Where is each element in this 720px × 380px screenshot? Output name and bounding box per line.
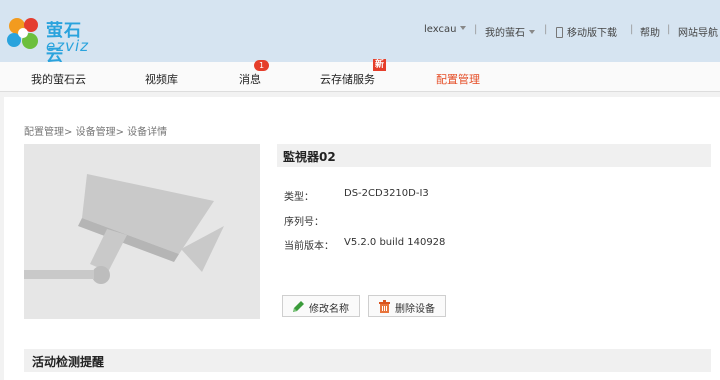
device-name: 監視器02 [283, 150, 336, 164]
tab-messages-label: 消息 [239, 73, 261, 86]
firmware-version-label: 当前版本： [284, 241, 334, 252]
message-count-badge: 1 [254, 60, 270, 71]
my-ezviz-menu[interactable]: 我的萤石 [485, 24, 535, 39]
motion-detection-title: 活动检测提醒 [32, 355, 105, 369]
logo-text-en: ezviz [46, 37, 90, 55]
breadcrumb-device-detail: 设备详情 [127, 127, 168, 138]
breadcrumb-separator: > [115, 127, 124, 138]
tab-config-management[interactable]: 配置管理 [436, 71, 480, 87]
help-link[interactable]: 帮助 [640, 24, 660, 39]
mobile-download-link[interactable]: 移动版下载 [556, 24, 617, 39]
my-ezviz-label: 我的萤石 [485, 28, 525, 39]
main-navigation: 我的萤石云 视频库 消息 1 云存储服务 新 配置管理 [0, 59, 720, 92]
separator: | [474, 24, 478, 35]
top-navigation: lexcau | 我的萤石 | 移动版下载 | 帮助 | 网站导航 [0, 24, 720, 39]
tab-my-ezviz-cloud[interactable]: 我的萤石云 [31, 71, 86, 87]
device-thumbnail [24, 144, 260, 319]
new-tag-badge: 新 [373, 59, 387, 71]
tab-cloud-storage[interactable]: 云存储服务 新 [320, 59, 387, 87]
rename-device-button[interactable]: 修改名称 [282, 295, 360, 317]
rename-device-label: 修改名称 [309, 304, 349, 315]
breadcrumb: 配置管理> 设备管理> 设备详情 [24, 123, 167, 138]
security-camera-icon [24, 144, 260, 319]
device-type-label: 类型： [284, 192, 314, 203]
breadcrumb-separator: > [64, 127, 73, 138]
delete-device-label: 删除设备 [395, 304, 435, 315]
breadcrumb-device-management[interactable]: 设备管理 [76, 127, 116, 138]
device-detail-panel: 配置管理> 设备管理> 设备详情 監視器02 类型： DS-2CD3210D-I… [4, 97, 720, 380]
device-title-bar: 監視器02 [277, 144, 711, 167]
trash-icon [379, 300, 390, 313]
delete-device-button[interactable]: 删除设备 [368, 295, 446, 317]
tab-video-library[interactable]: 视频库 [145, 71, 178, 87]
tab-cloud-storage-label: 云存储服务 [320, 73, 375, 86]
chevron-down-icon [460, 26, 467, 30]
site-header: 萤石云 ezviz lexcau | 我的萤石 | 移动版下载 | 帮助 | 网… [0, 0, 720, 66]
tab-messages[interactable]: 消息 1 [239, 60, 270, 87]
separator: | [667, 24, 671, 35]
serial-number-label: 序列号： [284, 217, 324, 228]
separator: | [544, 24, 548, 35]
pencil-icon [293, 301, 304, 312]
motion-detection-section-header: 活动检测提醒 [24, 349, 711, 372]
chevron-down-icon [529, 30, 535, 34]
separator: | [630, 24, 634, 35]
mobile-download-label: 移动版下载 [567, 28, 617, 39]
firmware-version-value: V5.2.0 build 140928 [344, 237, 446, 248]
breadcrumb-config-management[interactable]: 配置管理 [24, 127, 64, 138]
username-menu[interactable]: lexcau [424, 24, 467, 35]
mobile-phone-icon [556, 27, 563, 38]
device-type-value: DS-2CD3210D-I3 [344, 188, 429, 199]
username-label: lexcau [424, 24, 457, 35]
site-nav-link[interactable]: 网站导航 [678, 24, 718, 39]
